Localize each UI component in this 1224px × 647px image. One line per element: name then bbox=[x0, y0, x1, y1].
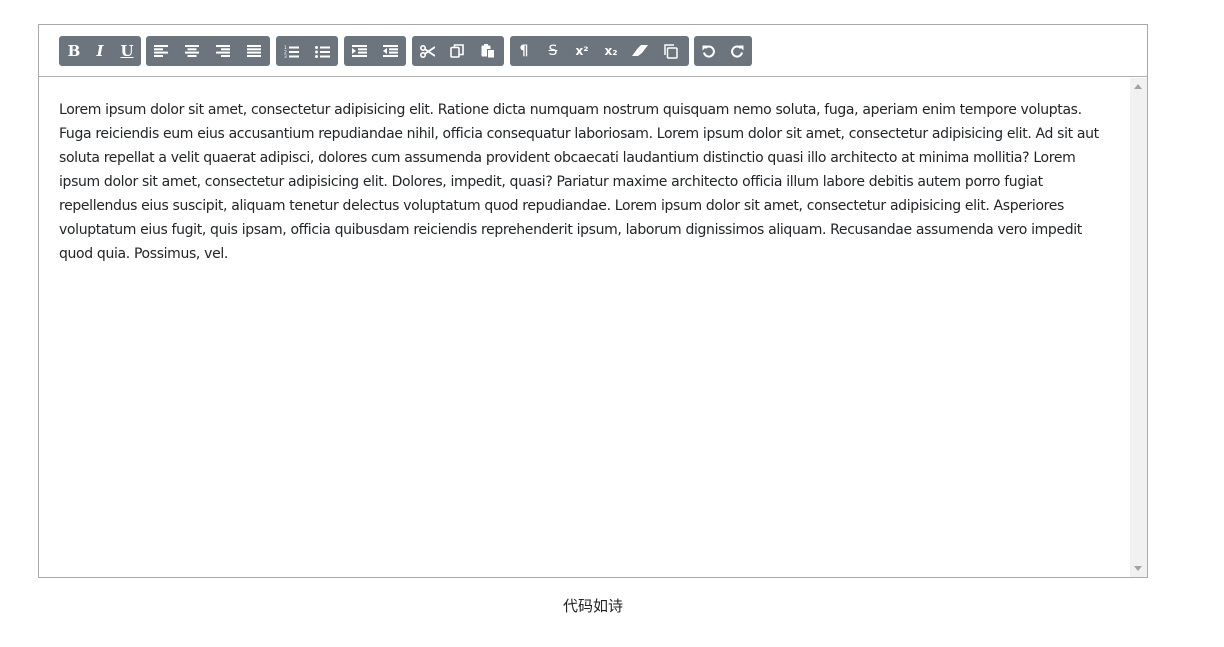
formatting-group: ¶ S x² x₂ bbox=[510, 36, 689, 66]
unordered-list-button[interactable] bbox=[309, 36, 335, 66]
align-right-icon bbox=[216, 45, 230, 57]
underline-button[interactable]: U bbox=[114, 36, 140, 66]
redo-button[interactable] bbox=[724, 36, 750, 66]
svg-text:3: 3 bbox=[284, 54, 287, 58]
vertical-scrollbar[interactable] bbox=[1130, 78, 1147, 577]
scroll-down-arrow-icon[interactable] bbox=[1134, 566, 1142, 571]
indent-icon bbox=[351, 45, 367, 57]
alignment-group bbox=[146, 36, 270, 66]
copy-button[interactable] bbox=[444, 36, 470, 66]
editor-toolbar: B I U 123 ¶ S x² x₂ bbox=[39, 25, 1147, 77]
paste-button[interactable] bbox=[475, 36, 501, 66]
align-justify-icon bbox=[247, 45, 261, 57]
strikethrough-button[interactable]: S bbox=[540, 36, 566, 66]
select-all-button[interactable] bbox=[658, 36, 684, 66]
align-left-button[interactable] bbox=[148, 36, 174, 66]
editor-content-area[interactable]: Lorem ipsum dolor sit amet, consectetur … bbox=[39, 78, 1130, 577]
bold-button[interactable]: B bbox=[61, 36, 87, 66]
align-left-icon bbox=[154, 45, 168, 57]
italic-button[interactable]: I bbox=[87, 36, 113, 66]
superscript-button[interactable]: x² bbox=[569, 36, 595, 66]
redo-icon bbox=[731, 45, 744, 58]
duplicate-icon bbox=[664, 43, 678, 59]
ordered-list-button[interactable]: 123 bbox=[278, 36, 304, 66]
ordered-list-icon: 123 bbox=[284, 45, 299, 58]
list-group: 123 bbox=[276, 36, 338, 66]
indent-group bbox=[344, 36, 406, 66]
undo-icon bbox=[702, 45, 715, 58]
paragraph-button[interactable]: ¶ bbox=[511, 36, 537, 66]
strikethrough-icon: S bbox=[548, 43, 558, 59]
scroll-up-arrow-icon[interactable] bbox=[1134, 84, 1142, 89]
eraser-icon bbox=[632, 45, 648, 56]
align-center-button[interactable] bbox=[179, 36, 205, 66]
copy-icon bbox=[450, 44, 464, 58]
align-justify-button[interactable] bbox=[241, 36, 267, 66]
footer-text: 代码如诗 bbox=[562, 597, 623, 615]
outdent-button[interactable] bbox=[377, 36, 403, 66]
history-group bbox=[694, 36, 752, 66]
outdent-icon bbox=[382, 45, 398, 57]
unordered-list-icon bbox=[314, 45, 330, 58]
align-center-icon bbox=[185, 45, 199, 57]
content-paragraph: Lorem ipsum dolor sit amet, consectetur … bbox=[59, 102, 1099, 262]
subscript-button[interactable]: x₂ bbox=[598, 36, 624, 66]
indent-button[interactable] bbox=[346, 36, 372, 66]
scissors-icon bbox=[419, 44, 435, 58]
clear-format-button[interactable] bbox=[627, 36, 653, 66]
cut-button[interactable] bbox=[414, 36, 440, 66]
undo-button[interactable] bbox=[696, 36, 722, 66]
align-right-button[interactable] bbox=[210, 36, 236, 66]
clipboard-group bbox=[412, 36, 504, 66]
text-style-group: B I U bbox=[59, 36, 141, 66]
rich-text-editor: B I U 123 ¶ S x² x₂ Lorem ipsum dolor si… bbox=[38, 24, 1148, 578]
paste-icon bbox=[481, 44, 495, 58]
